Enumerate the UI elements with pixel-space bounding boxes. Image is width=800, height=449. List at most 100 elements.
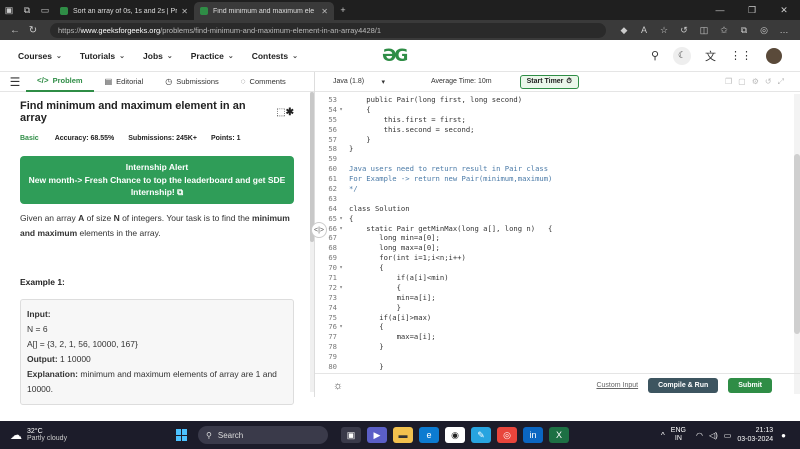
fold-marker-icon[interactable] bbox=[337, 342, 345, 352]
tab-close-icon[interactable]: ✕ bbox=[321, 7, 328, 16]
code-line[interactable]: 77 max=a[i]; bbox=[315, 332, 800, 342]
theme-toggle-icon[interactable]: ☼ bbox=[333, 380, 343, 392]
code-line[interactable]: 55 this.first = first; bbox=[315, 115, 800, 125]
avatar[interactable] bbox=[766, 47, 782, 64]
read-aloud-icon[interactable]: A bbox=[634, 25, 654, 36]
split-screen-icon[interactable]: ◫ bbox=[694, 25, 714, 36]
code-line[interactable]: 58} bbox=[315, 144, 800, 154]
clock[interactable]: 21:13 03-03-2024 bbox=[737, 426, 773, 444]
gfg-logo-icon[interactable]: ƏG bbox=[382, 46, 408, 66]
code-line[interactable]: 65 ▾{ bbox=[315, 214, 800, 224]
collections-icon[interactable]: ⧉ bbox=[734, 25, 754, 36]
browser-tab-active[interactable]: Find minimum and maximum ele ✕ bbox=[194, 2, 334, 20]
tab-actions-icon[interactable]: ▭ bbox=[36, 0, 54, 20]
search-icon[interactable]: ⚲ bbox=[651, 49, 659, 62]
excel-icon[interactable]: X bbox=[549, 427, 569, 443]
maximize-icon[interactable]: ❐ bbox=[736, 5, 768, 16]
fold-marker-icon[interactable] bbox=[337, 125, 345, 135]
code-line[interactable]: 73 min=a[i]; bbox=[315, 293, 800, 303]
fold-marker-icon[interactable]: ▾ bbox=[337, 322, 345, 332]
fold-marker-icon[interactable]: ▾ bbox=[337, 105, 345, 115]
code-line[interactable]: 71 if(a[i]<min) bbox=[315, 273, 800, 283]
fold-marker-icon[interactable] bbox=[337, 293, 345, 303]
fold-marker-icon[interactable] bbox=[337, 135, 345, 145]
nav-tutorials[interactable]: Tutorials ⌄ bbox=[80, 51, 125, 61]
tab-submissions[interactable]: ◷ Submissions bbox=[154, 72, 230, 92]
fold-marker-icon[interactable] bbox=[337, 352, 345, 362]
dark-mode-icon[interactable]: ☾ bbox=[673, 46, 691, 65]
minimize-icon[interactable]: — bbox=[704, 5, 736, 16]
code-line[interactable]: 63 bbox=[315, 194, 800, 204]
custom-input-link[interactable]: Custom Input bbox=[596, 382, 638, 389]
fold-marker-icon[interactable] bbox=[337, 144, 345, 154]
code-line[interactable]: 76 ▾ { bbox=[315, 322, 800, 332]
refresh-icon[interactable]: ↻ bbox=[24, 25, 42, 36]
paint-icon[interactable]: ✎ bbox=[471, 427, 491, 443]
fold-marker-icon[interactable] bbox=[337, 115, 345, 125]
fullscreen-icon[interactable]: ⤢ bbox=[778, 77, 784, 87]
bookmark-icon[interactable]: ⬚ bbox=[276, 107, 285, 118]
code-line[interactable]: 80 } bbox=[315, 362, 800, 372]
volume-icon[interactable]: ◁) bbox=[709, 431, 718, 440]
back-icon[interactable]: ← bbox=[6, 25, 24, 36]
code-line[interactable]: 67 long min=a[0]; bbox=[315, 233, 800, 243]
settings-icon[interactable]: ⚙ bbox=[752, 77, 759, 87]
scrollbar-thumb[interactable] bbox=[310, 92, 314, 242]
favorites-bar-icon[interactable]: ✩ bbox=[714, 25, 734, 36]
start-timer-button[interactable]: Start Timer ⏱ bbox=[519, 74, 579, 89]
code-line[interactable]: 72 ▾ { bbox=[315, 283, 800, 293]
scrollbar[interactable] bbox=[310, 92, 314, 392]
code-line[interactable]: 69 for(int i=1;i<n;i++) bbox=[315, 253, 800, 263]
fold-marker-icon[interactable] bbox=[337, 313, 345, 323]
scrollbar-thumb[interactable] bbox=[794, 154, 800, 334]
fold-marker-icon[interactable]: ▾ bbox=[337, 283, 345, 293]
nav-contests[interactable]: Contests ⌄ bbox=[252, 51, 298, 61]
meet-icon[interactable]: ▶ bbox=[367, 427, 387, 443]
paste-icon[interactable]: ▢ bbox=[738, 77, 746, 87]
code-line[interactable]: 59 bbox=[315, 154, 800, 164]
code-line[interactable]: 66 ▾ static Pair getMinMax(long a[], long… bbox=[315, 224, 800, 234]
notification-icon[interactable]: ● bbox=[781, 431, 786, 440]
code-line[interactable]: 57 } bbox=[315, 135, 800, 145]
fold-marker-icon[interactable] bbox=[337, 362, 345, 372]
refresh-site-icon[interactable]: ↺ bbox=[674, 25, 694, 36]
chevron-up-icon[interactable]: ^ bbox=[661, 431, 665, 440]
code-line[interactable]: 74 } bbox=[315, 303, 800, 313]
start-icon[interactable] bbox=[176, 429, 188, 441]
tab-close-icon[interactable]: ✕ bbox=[181, 7, 188, 16]
report-bug-icon[interactable]: ✱ bbox=[286, 107, 294, 118]
language-indicator[interactable]: ENG IN bbox=[671, 427, 686, 443]
code-line[interactable]: 54 ▾ { bbox=[315, 105, 800, 115]
code-line[interactable]: 68 long max=a[0]; bbox=[315, 243, 800, 253]
extension-icon[interactable]: ◆ bbox=[614, 25, 634, 36]
fold-marker-icon[interactable] bbox=[337, 253, 345, 263]
fold-marker-icon[interactable]: ▾ bbox=[337, 224, 345, 234]
code-line[interactable]: 61 For Example -> return new Pair(minimum… bbox=[315, 174, 800, 184]
compile-run-button[interactable]: Compile & Run bbox=[648, 378, 719, 393]
nav-practice[interactable]: Practice ⌄ bbox=[191, 51, 234, 61]
copy-icon[interactable]: ❐ bbox=[725, 77, 732, 87]
url-field[interactable]: https://www.geeksforgeeks.org/problems/f… bbox=[50, 22, 606, 38]
translate-icon[interactable]: 文 bbox=[705, 48, 716, 64]
fold-marker-icon[interactable] bbox=[337, 174, 345, 184]
favorite-icon[interactable]: ☆ bbox=[654, 25, 674, 36]
fold-marker-icon[interactable] bbox=[337, 184, 345, 194]
fold-marker-icon[interactable] bbox=[337, 273, 345, 283]
menu-icon[interactable]: ☰ bbox=[4, 75, 26, 89]
code-line[interactable]: 79 bbox=[315, 352, 800, 362]
close-window-icon[interactable]: ✕ bbox=[768, 5, 800, 16]
fold-marker-icon[interactable] bbox=[337, 243, 345, 253]
code-line[interactable]: 78 } bbox=[315, 342, 800, 352]
language-select[interactable]: Java (1.8) ▾ bbox=[331, 75, 387, 89]
apps-grid-icon[interactable]: ⋮⋮ bbox=[730, 49, 752, 62]
battery-icon[interactable]: ▭ bbox=[724, 431, 732, 440]
browser-tab[interactable]: Sort an array of 0s, 1s and 2s | Pr ✕ bbox=[54, 2, 194, 20]
taskbar-search[interactable]: ⚲ Search bbox=[198, 426, 328, 444]
tab-problem[interactable]: </> Problem bbox=[26, 72, 94, 92]
code-line[interactable]: 62 */ bbox=[315, 184, 800, 194]
editor-scrollbar[interactable] bbox=[794, 94, 800, 394]
linkedin-icon[interactable]: in bbox=[523, 427, 543, 443]
code-line[interactable]: 60 Java users need to return result in Pa… bbox=[315, 164, 800, 174]
code-line[interactable]: 53 public Pair(long first, long second) bbox=[315, 95, 800, 105]
fold-marker-icon[interactable] bbox=[337, 164, 345, 174]
